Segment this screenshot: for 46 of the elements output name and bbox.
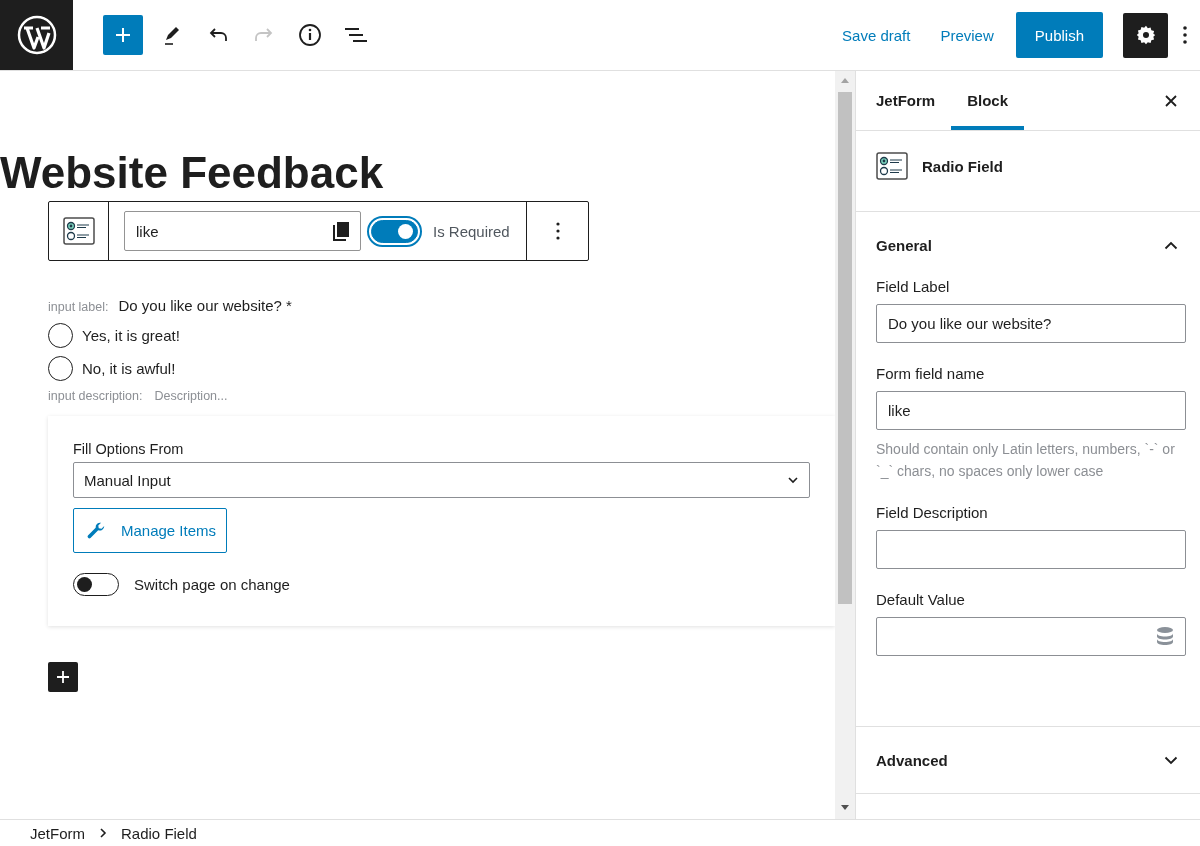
field-label: Field Description <box>876 504 989 521</box>
toggle-label: Is Required <box>433 222 510 240</box>
section-header[interactable]: General <box>856 212 1200 278</box>
description-prefix: input description: <box>48 389 143 403</box>
input-field[interactable] <box>876 530 1186 569</box>
fill-options-select[interactable]: Manual Input <box>73 462 810 498</box>
sidebar-tab[interactable]: JetForm <box>860 71 952 130</box>
plus-icon <box>113 25 133 45</box>
add-block-button[interactable] <box>48 662 78 692</box>
manage-items-button[interactable]: Manage Items <box>73 508 228 553</box>
chevron-right-icon <box>99 827 107 839</box>
gear-icon <box>1134 24 1157 46</box>
label-prefix: input label: <box>48 300 109 314</box>
field-label: Field Label <box>876 278 951 295</box>
database-icon[interactable] <box>1155 625 1175 648</box>
toggle-label: Switch page on change <box>134 576 290 593</box>
field-label: Default Value <box>876 591 966 608</box>
preview-button[interactable]: Preview <box>925 15 1009 55</box>
chevron-down-icon <box>787 476 799 484</box>
sidebar-tab[interactable]: Block <box>951 71 1025 130</box>
input-field[interactable]: like <box>876 391 1186 430</box>
breadcrumb-item[interactable]: JetForm <box>30 824 85 842</box>
input-field[interactable] <box>876 617 1186 656</box>
input-field[interactable]: Do you like our website? <box>876 304 1186 343</box>
settings-button[interactable] <box>1123 12 1168 58</box>
field-name-input[interactable]: like <box>124 211 361 251</box>
field-label: Form field name <box>876 365 986 382</box>
fill-options-label: Fill Options From <box>73 441 185 457</box>
help-text: Should contain only Latin letters, numbers, `-` or `_` chars, no spaces only lower case <box>876 440 1176 481</box>
option-label: No, it is awful! <box>82 360 176 377</box>
block-name: Radio Field <box>922 157 1003 175</box>
scrollbar[interactable] <box>835 71 855 819</box>
section-header[interactable]: Advanced <box>856 727 1200 793</box>
radio-field-icon <box>876 152 908 180</box>
copy-icon[interactable] <box>332 221 350 241</box>
breadcrumb-item[interactable]: Radio Field <box>121 824 197 842</box>
field-label: Do you like our website? * <box>118 297 292 314</box>
option-label: Yes, it is great! <box>82 327 180 344</box>
publish-button[interactable]: Publish <box>1015 12 1103 58</box>
wordpress-logo[interactable] <box>0 0 73 70</box>
page-switch-toggle[interactable] <box>73 573 119 596</box>
save-draft-button[interactable]: Save draft <box>827 15 926 55</box>
plus-icon <box>55 669 71 685</box>
post-title: Website Feedback <box>0 147 385 199</box>
required-toggle[interactable] <box>367 215 422 247</box>
radio-field-icon[interactable] <box>62 217 95 245</box>
